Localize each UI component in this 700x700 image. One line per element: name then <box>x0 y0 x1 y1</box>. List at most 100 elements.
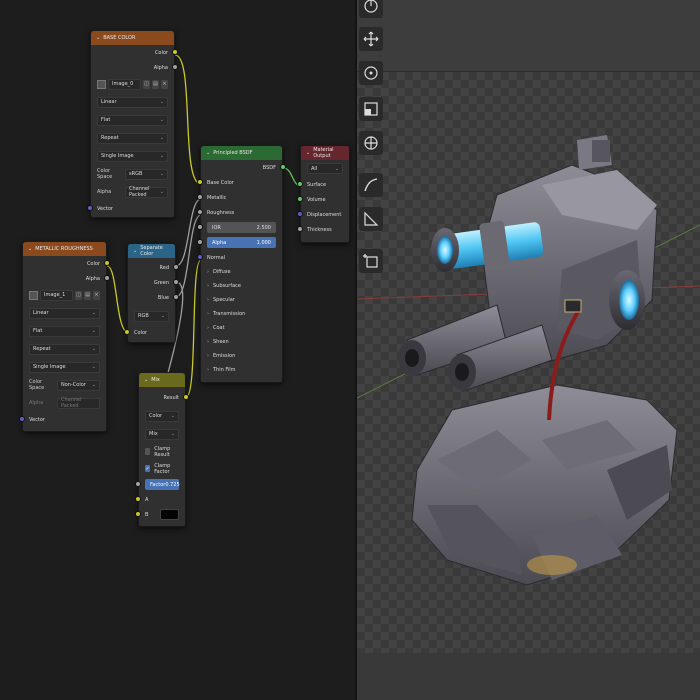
input-socket[interactable] <box>197 239 203 245</box>
ior-field[interactable]: IOR 2.500 <box>207 222 276 233</box>
source-dropdown[interactable]: Single Image ⌄ <box>29 361 100 373</box>
input-socket[interactable] <box>197 194 203 200</box>
collapse-chevron-icon[interactable]: ⌄ <box>96 35 100 41</box>
transform-gizmo-icon[interactable] <box>359 0 383 18</box>
output-socket[interactable] <box>104 275 110 281</box>
open-folder-icon[interactable]: ▤ <box>152 79 159 89</box>
annotate-icon[interactable] <box>359 173 383 197</box>
input-socket[interactable] <box>197 209 203 215</box>
input-socket[interactable] <box>297 181 303 187</box>
input-socket[interactable] <box>297 226 303 232</box>
close-icon[interactable]: × <box>93 290 100 300</box>
input-socket[interactable] <box>297 196 303 202</box>
data-type-dropdown[interactable]: Color ⌄ <box>145 410 179 422</box>
projection-dropdown[interactable]: Flat ⌄ <box>97 114 168 126</box>
interpolation-dropdown[interactable]: Linear ⌄ <box>97 96 168 108</box>
node-header[interactable]: ⌄ METALLIC ROUGHNESS <box>23 242 106 256</box>
output-blue: Blue <box>128 290 179 305</box>
input-socket[interactable] <box>197 254 203 260</box>
output-socket[interactable] <box>173 279 179 285</box>
node-header[interactable]: ⌄ Separate Color <box>128 244 175 258</box>
clamp-result-row[interactable]: Clamp Result <box>139 443 185 460</box>
alpha-mode-dropdown[interactable]: Channel Packed ⌄ <box>125 186 168 198</box>
input-socket[interactable] <box>19 416 25 422</box>
collapse-chevron-icon[interactable]: ⌄ <box>206 150 210 156</box>
shader-node-editor[interactable]: ⌄ BASE COLOR Color Alpha Image_0 ◫ ▤ × L… <box>0 0 355 700</box>
source-dropdown[interactable]: Single Image ⌄ <box>97 150 168 162</box>
extension-dropdown[interactable]: Repeat ⌄ <box>29 343 100 355</box>
input-socket[interactable] <box>297 211 303 217</box>
output-socket[interactable] <box>173 294 179 300</box>
node-separate-color[interactable]: ⌄ Separate Color Red Green Blue RGB ⌄ Col… <box>124 243 179 343</box>
section-specular[interactable]: › Specular <box>201 293 282 307</box>
move-icon[interactable] <box>359 27 383 51</box>
image-icon[interactable] <box>29 290 38 300</box>
input-socket[interactable] <box>197 224 203 230</box>
clamp-factor-checkbox[interactable]: ✓ <box>145 465 151 472</box>
input-socket[interactable] <box>135 511 141 517</box>
transform-icon[interactable] <box>359 131 383 155</box>
section-diffuse[interactable]: › Diffuse <box>201 265 282 279</box>
color-swatch[interactable] <box>160 509 179 520</box>
section-sheen[interactable]: › Sheen <box>201 335 282 349</box>
node-header[interactable]: ⌄ Mix <box>139 373 185 387</box>
output-socket[interactable] <box>172 64 178 70</box>
section-coat[interactable]: › Coat <box>201 321 282 335</box>
shield-icon[interactable]: ◫ <box>75 290 82 300</box>
output-socket[interactable] <box>172 49 178 55</box>
image-name-field[interactable]: Image_0 <box>108 78 141 90</box>
collapse-chevron-icon[interactable]: ⌄ <box>133 248 137 254</box>
scale-icon[interactable] <box>359 97 383 121</box>
measure-icon[interactable] <box>359 207 383 231</box>
node-header[interactable]: ⌄ Material Output <box>301 146 349 160</box>
input-color: Color <box>124 325 175 340</box>
dropdown-value: Repeat <box>33 346 51 352</box>
color-space-dropdown[interactable]: Non-Color ⌄ <box>57 379 100 391</box>
color-space-dropdown[interactable]: sRGB ⌄ <box>125 168 168 180</box>
input-normal: Normal <box>197 250 282 265</box>
clamp-result-checkbox[interactable] <box>145 448 151 455</box>
target-dropdown[interactable]: All ⌄ <box>307 163 343 174</box>
section-subsurface[interactable]: › Subsurface <box>201 279 282 293</box>
factor-field[interactable]: Factor 0.725 <box>145 479 180 490</box>
blend-mode-dropdown[interactable]: Mix ⌄ <box>145 428 179 440</box>
collapse-chevron-icon[interactable]: ⌄ <box>306 150 310 156</box>
add-cube-icon[interactable] <box>359 249 383 273</box>
output-socket[interactable] <box>104 260 110 266</box>
output-socket[interactable] <box>173 264 179 270</box>
node-material-output[interactable]: ⌄ Material Output All ⌄ Surface Volume Di… <box>297 145 350 243</box>
input-socket[interactable] <box>197 179 203 185</box>
rotate-icon[interactable] <box>359 61 383 85</box>
section-label: Emission <box>213 353 236 359</box>
node-principled-bsdf[interactable]: ⌄ Principled BSDF BSDF Base Color Metall… <box>197 145 286 383</box>
node-base-color[interactable]: ⌄ BASE COLOR Color Alpha Image_0 ◫ ▤ × L… <box>87 30 178 218</box>
output-socket[interactable] <box>183 394 189 400</box>
collapse-chevron-icon[interactable]: ⌄ <box>144 377 148 383</box>
interpolation-dropdown[interactable]: Linear ⌄ <box>29 307 100 319</box>
mode-dropdown[interactable]: RGB ⌄ <box>134 310 169 322</box>
projection-dropdown[interactable]: Flat ⌄ <box>29 325 100 337</box>
input-socket[interactable] <box>135 496 141 502</box>
image-name-field[interactable]: Image_1 <box>40 289 73 301</box>
shield-icon[interactable]: ◫ <box>143 79 150 89</box>
close-icon[interactable]: × <box>161 79 168 89</box>
input-socket[interactable] <box>124 329 130 335</box>
section-transmission[interactable]: › Transmission <box>201 307 282 321</box>
alpha-field[interactable]: Alpha 1.000 <box>207 237 276 248</box>
input-socket[interactable] <box>87 205 93 211</box>
node-header[interactable]: ⌄ Principled BSDF <box>201 146 282 160</box>
input-socket[interactable] <box>135 481 141 487</box>
input-a: A <box>135 492 185 507</box>
3d-viewport[interactable] <box>357 0 700 700</box>
section-emission[interactable]: › Emission <box>201 349 282 363</box>
image-icon[interactable] <box>97 79 106 89</box>
section-thin-film[interactable]: › Thin Film <box>201 363 282 377</box>
output-socket[interactable] <box>280 164 286 170</box>
clamp-factor-row[interactable]: ✓ Clamp Factor <box>139 460 185 477</box>
node-metallic-roughness[interactable]: ⌄ METALLIC ROUGHNESS Color Alpha Image_1… <box>19 241 110 432</box>
open-folder-icon[interactable]: ▤ <box>84 290 91 300</box>
node-mix[interactable]: ⌄ Mix Result Color ⌄ Mix ⌄ Clamp Result ✓ C… <box>135 372 189 527</box>
collapse-chevron-icon[interactable]: ⌄ <box>28 246 32 252</box>
node-header[interactable]: ⌄ BASE COLOR <box>91 31 174 45</box>
extension-dropdown[interactable]: Repeat ⌄ <box>97 132 168 144</box>
